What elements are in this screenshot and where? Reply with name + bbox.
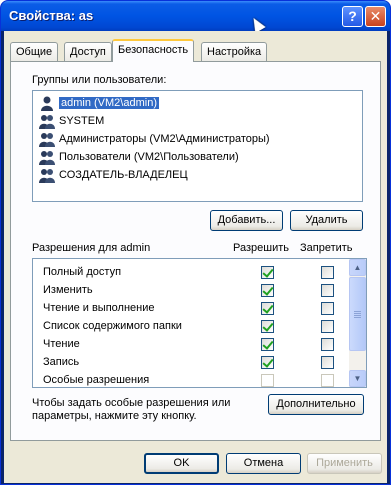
special-permissions-text-1: Чтобы задать особые разрешения или [32,397,231,409]
list-item-label: SYSTEM [59,115,105,127]
deny-checkbox[interactable] [321,266,334,279]
dialog-body: Общие Доступ Безопасность Настройка Груп… [4,31,387,483]
help-button[interactable]: ? [342,6,363,27]
add-button[interactable]: Добавить... [210,210,283,231]
permission-row: Чтение [43,335,343,353]
list-item[interactable]: Пользователи (VM2\Пользователи) [37,149,239,166]
window-title: Свойства: as [9,8,94,23]
permission-row: Полный доступ [43,263,343,281]
advanced-button[interactable]: Дополнительно [268,394,364,415]
allow-checkbox[interactable] [261,320,274,333]
deny-checkbox[interactable] [321,302,334,315]
list-item[interactable]: admin (VM2\admin) [37,95,159,112]
group-icon [39,133,55,147]
permission-row: Запись [43,353,343,371]
deny-checkbox[interactable] [321,374,334,387]
groups-listbox[interactable]: admin (VM2\admin) SYSTEM Администраторы … [32,90,363,202]
allow-checkbox[interactable] [261,356,274,369]
list-item-label: Пользователи (VM2\Пользователи) [59,151,239,163]
permission-row: Изменить [43,281,343,299]
permission-name: Чтение и выполнение [43,302,155,314]
deny-header: Запретить [300,242,353,254]
user-icon [41,96,53,111]
permission-name: Изменить [43,284,93,296]
list-item-label: Администраторы (VM2\Администраторы) [59,133,270,145]
permission-row: Чтение и выполнение [43,299,343,317]
security-panel: Группы или пользователи: admin (VM2\admi… [10,61,381,441]
permissions-label: Разрешения для admin [32,242,151,254]
scroll-up-icon[interactable]: ▲ [349,259,366,276]
apply-button[interactable]: Применить [307,453,382,474]
scroll-thumb[interactable] [349,277,366,351]
permission-row: Особые разрешения [43,371,343,387]
permission-name: Список содержимого папки [43,320,182,332]
allow-checkbox[interactable] [261,266,274,279]
special-permissions-text-2: параметры, нажмите эту кнопку. [32,410,197,422]
allow-header: Разрешить [233,242,289,254]
tab-sharing[interactable]: Доступ [64,42,112,61]
group-icon [39,115,55,129]
vertical-scrollbar[interactable]: ▲ ▼ [349,259,366,387]
permission-name: Особые разрешения [43,374,150,386]
deny-checkbox[interactable] [321,356,334,369]
permissions-list[interactable]: Полный доступ Изменить Чтение и выполнен… [32,258,367,388]
tab-general[interactable]: Общие [10,42,59,61]
list-item[interactable]: Администраторы (VM2\Администраторы) [37,131,270,148]
tab-customize[interactable]: Настройка [201,42,268,61]
deny-checkbox[interactable] [321,284,334,297]
close-button[interactable]: ✕ [365,6,386,27]
title-bar[interactable]: Свойства: as ? ✕ [1,1,390,34]
tab-security[interactable]: Безопасность [112,39,195,62]
permission-name: Чтение [43,338,80,350]
deny-checkbox[interactable] [321,320,334,333]
allow-checkbox[interactable] [261,374,274,387]
properties-window: Свойства: as ? ✕ Общие Доступ Безопаснос… [0,0,391,485]
allow-checkbox[interactable] [261,338,274,351]
cancel-button[interactable]: Отмена [226,453,301,474]
group-icon [39,169,55,183]
scroll-down-icon[interactable]: ▼ [349,370,366,387]
allow-checkbox[interactable] [261,284,274,297]
remove-button[interactable]: Удалить [290,210,363,231]
ok-button[interactable]: OK [144,453,219,474]
groups-label: Группы или пользователи: [32,74,167,86]
allow-checkbox[interactable] [261,302,274,315]
permission-name: Запись [43,356,80,368]
list-item-label: admin (VM2\admin) [59,97,159,109]
permission-row: Список содержимого папки [43,317,343,335]
list-item[interactable]: SYSTEM [37,113,104,130]
list-item[interactable]: СОЗДАТЕЛЬ-ВЛАДЕЛЕЦ [37,167,188,184]
permission-name: Полный доступ [43,266,122,278]
group-icon [39,151,55,165]
deny-checkbox[interactable] [321,338,334,351]
list-item-label: СОЗДАТЕЛЬ-ВЛАДЕЛЕЦ [59,169,188,181]
